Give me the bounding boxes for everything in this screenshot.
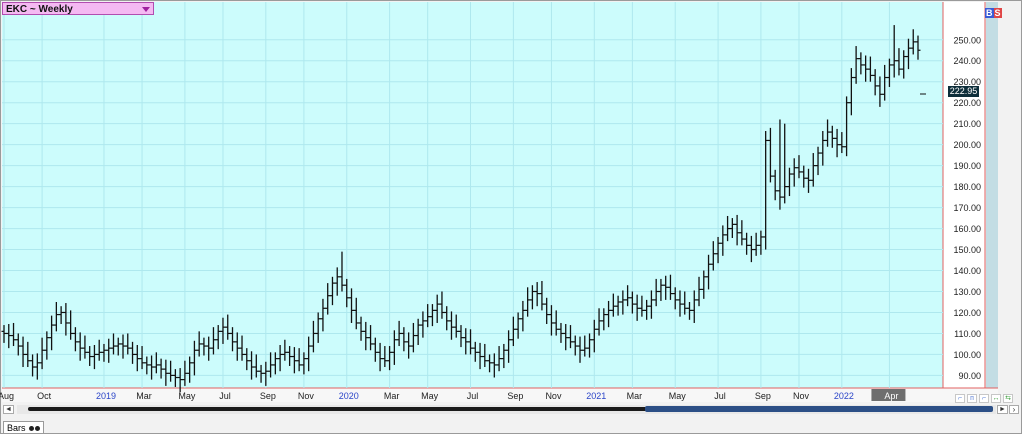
nav-expand-icon[interactable]: ↔	[991, 394, 1001, 403]
nav-bars-icon[interactable]: п	[967, 394, 977, 403]
y-tick-label: 180.00	[953, 182, 981, 192]
y-tick-label: 130.00	[953, 287, 981, 297]
x-tick-label: Sep	[755, 391, 771, 401]
y-tick-label: 190.00	[953, 161, 981, 171]
x-tick-label: 2022	[834, 391, 854, 401]
x-tick-label: Nov	[793, 391, 810, 401]
y-tick-label: 210.00	[953, 119, 981, 129]
y-tick-label: 250.00	[953, 35, 981, 45]
y-tick-label: 100.00	[953, 350, 981, 360]
x-tick-label: Jul	[714, 391, 726, 401]
x-tick-label: Mar	[136, 391, 152, 401]
y-tick-label: 200.00	[953, 140, 981, 150]
x-tick-label: 2019	[96, 391, 116, 401]
tab-bars[interactable]: Bars	[3, 421, 44, 434]
dropdown-caret-icon	[142, 7, 150, 12]
tab-dot-icon	[35, 426, 41, 431]
tab-dot-icon	[29, 426, 35, 431]
x-tick-label: Aug	[0, 391, 14, 401]
scroll-right-icon[interactable]: ›	[1009, 405, 1019, 414]
buy-sell-badge[interactable]: BS	[985, 8, 1002, 19]
y-tick-label: 170.00	[953, 203, 981, 213]
price-chart: 90.00 100.00 110.00 120.00 130.00 140.00 150.0…	[0, 2, 998, 402]
x-tick-label: Oct	[37, 391, 52, 401]
time-scrollbar-visible-range[interactable]	[645, 406, 993, 412]
x-tick-label: May	[421, 391, 439, 401]
tab-bars-label: Bars	[7, 423, 26, 433]
sell-badge[interactable]: S	[993, 8, 1002, 18]
x-tick-label: Apr	[884, 391, 898, 401]
x-tick-label: Mar	[627, 391, 643, 401]
y-tick-label: 240.00	[953, 56, 981, 66]
x-tick-label: Mar	[384, 391, 400, 401]
plot-area	[2, 2, 943, 388]
symbol-label: EKC ~ Weekly	[6, 4, 73, 15]
symbol-selector[interactable]: EKC ~ Weekly	[2, 2, 154, 15]
x-tick-label: May	[669, 391, 687, 401]
x-tick-label: Sep	[260, 391, 276, 401]
x-tick-label: 2020	[339, 391, 359, 401]
y-tick-label: 120.00	[953, 308, 981, 318]
current-price-tag: 222.95	[948, 86, 979, 97]
nav-fit-icon[interactable]: ⇆	[1003, 394, 1013, 403]
y-tick-label: 110.00	[954, 329, 981, 339]
y-tick-label: 90.00	[958, 371, 981, 381]
y-tick-label: 220.00	[953, 98, 981, 108]
scroll-end-icon[interactable]: ►	[997, 405, 1008, 414]
scroll-start-icon[interactable]: ◄	[3, 405, 14, 414]
x-tick-label: Jul	[219, 391, 231, 401]
x-tick-label: Jul	[467, 391, 479, 401]
x-tick-label: Nov	[298, 391, 315, 401]
y-tick-label: 160.00	[953, 224, 981, 234]
y-tick-label: 140.00	[953, 266, 981, 276]
y-tick-label: 150.00	[953, 245, 981, 255]
price-axis-scroll[interactable]	[986, 2, 998, 388]
x-tick-label: 2021	[586, 391, 606, 401]
nav-zoom-in-icon[interactable]: ⌐	[955, 394, 965, 403]
buy-badge[interactable]: B	[985, 8, 994, 18]
x-tick-label: Sep	[507, 391, 523, 401]
x-tick-label: Nov	[545, 391, 562, 401]
nav-compress-icon[interactable]: ⌐	[979, 394, 989, 403]
x-tick-label: May	[178, 391, 196, 401]
